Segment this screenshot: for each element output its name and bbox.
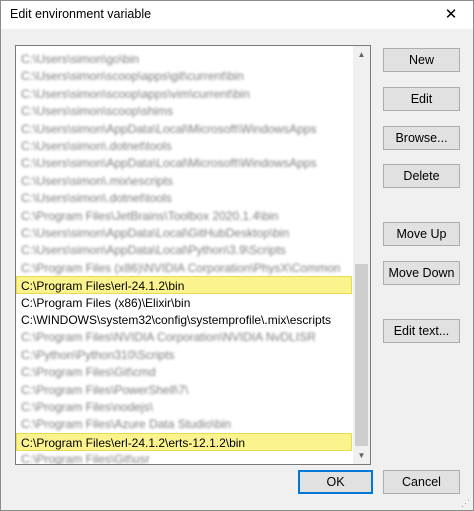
list-scrollbar[interactable]: ▲ ▼ [353,46,370,464]
path-list-item[interactable]: C:\Program Files\Git\cmd [16,363,357,381]
title-bar: Edit environment variable ✕ [1,1,473,29]
move-up-button[interactable]: Move Up [383,222,460,246]
path-list-item[interactable]: C:\Program Files\erl-24.1.2\bin [16,276,352,295]
scroll-down-arrow-icon[interactable]: ▼ [353,447,370,464]
path-list-item[interactable]: C:\Program Files (x86)\Elixir\bin [16,294,357,312]
browse-button[interactable]: Browse... [383,126,460,150]
path-list-item[interactable]: C:\Users\simon\.dotnet\tools [16,137,357,155]
close-icon[interactable]: ✕ [429,1,473,29]
path-list-item[interactable]: C:\Users\simon\scoop\apps\vim\current\bi… [16,85,357,103]
path-list-item[interactable]: C:\Program Files\NVIDIA Corporation\NVID… [16,328,357,346]
edit-env-variable-dialog: Edit environment variable ✕ C:\Program F… [0,0,474,511]
new-button[interactable]: New [383,48,460,72]
ok-button[interactable]: OK [298,470,373,494]
delete-button[interactable]: Delete [383,164,460,188]
path-list-item[interactable]: C:\Users\simon\AppData\Local\GitHubDeskt… [16,224,357,242]
edit-text-button[interactable]: Edit text... [383,319,460,343]
scroll-up-arrow-icon[interactable]: ▲ [353,46,370,63]
path-list-item[interactable]: C:\Users\simon\AppData\Local\Microsoft\W… [16,154,357,172]
path-list-item[interactable]: C:\Users\simon\AppData\Local\Microsoft\W… [16,120,357,138]
path-list-item[interactable]: C:\Users\simon\AppData\Local\Python\3.9\… [16,241,357,259]
path-list-item[interactable]: C:\Users\simon\.mix\escripts [16,172,357,190]
path-list-item[interactable]: C:\Program Files (x86)\NVIDIA Corporatio… [16,259,357,277]
path-list[interactable]: C:\Program Files\Git\usr C:\Program Files… [15,45,371,465]
resize-grip-icon[interactable]: ⋰ [461,498,471,508]
path-list-item[interactable]: C:\Users\simon\go\bin [16,50,357,68]
path-list-item[interactable]: C:\Users\simon\.dotnet\tools [16,189,357,207]
path-list-item[interactable]: C:\Users\simon\scoop\shims [16,102,357,120]
path-list-item[interactable]: C:\Program Files\erl-24.1.2\erts-12.1.2\… [16,432,352,451]
edit-button[interactable]: Edit [383,87,460,111]
move-down-button[interactable]: Move Down [383,261,460,285]
cancel-button[interactable]: Cancel [383,470,460,494]
path-list-item[interactable]: C:\Program Files\Azure Data Studio\bin [16,415,357,433]
path-list-item[interactable]: C:\Program Files\nodejs\ [16,398,357,416]
scroll-thumb[interactable] [355,264,368,446]
path-list-item[interactable]: C:\Program Files\Git\usr [16,450,357,464]
window-title: Edit environment variable [10,7,152,21]
path-list-item[interactable]: C:\Python\Python310\Scripts [16,346,357,364]
path-list-item[interactable]: C:\Program Files\PowerShell\7\ [16,381,357,399]
path-list-item[interactable]: C:\Users\simon\scoop\apps\git\current\bi… [16,67,357,85]
path-list-item[interactable]: C:\Program Files\JetBrains\Toolbox 2020.… [16,207,357,225]
path-list-item[interactable]: C:\WINDOWS\system32\config\systemprofile… [16,311,357,329]
